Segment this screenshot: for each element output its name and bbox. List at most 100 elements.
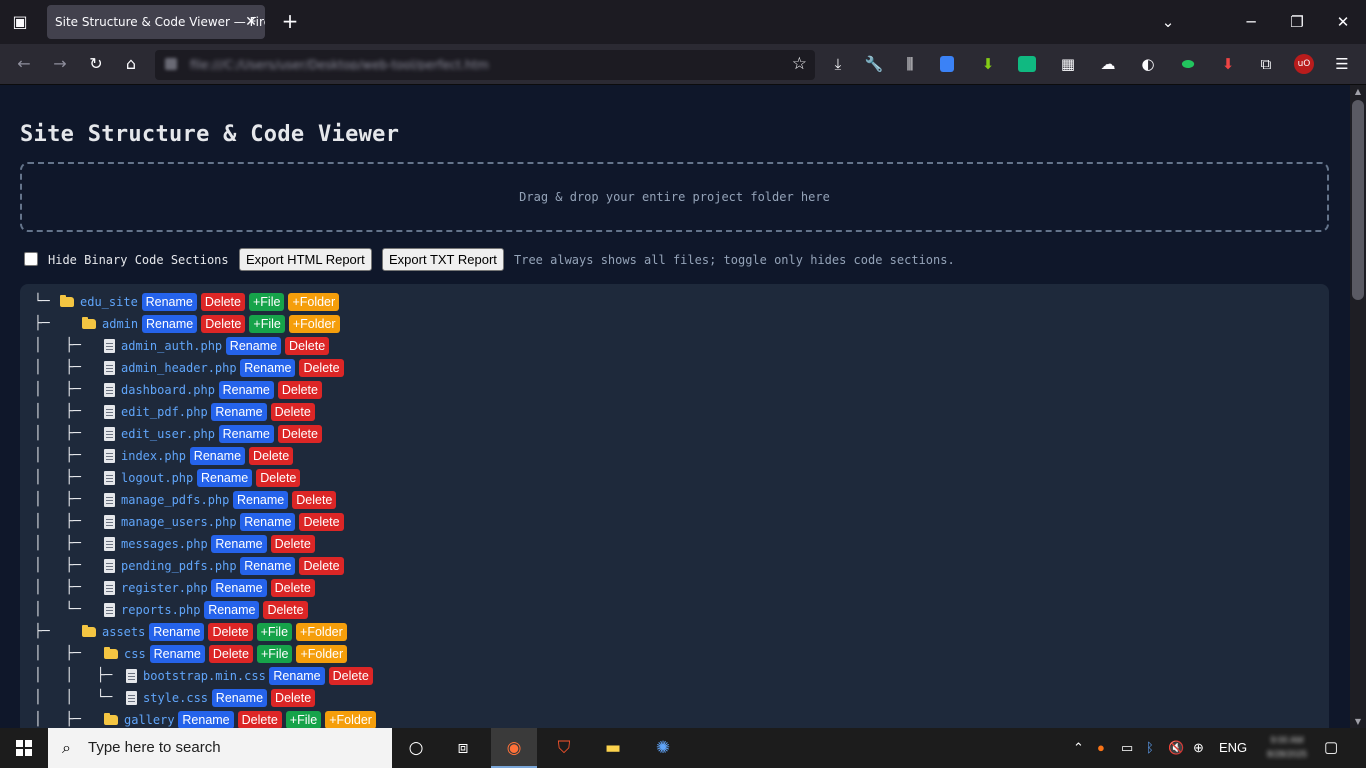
rename-button[interactable]: Rename [142,315,198,333]
file-explorer-icon[interactable]: ▬ [590,728,636,768]
page-info-icon[interactable] [165,58,177,70]
rename-button[interactable]: Rename [149,623,205,641]
restore-icon[interactable]: ❐ [1282,8,1312,36]
clock[interactable]: 9:00 AM 8/28/2025 [1262,733,1312,761]
show-hidden-icons-icon[interactable]: ⌃ [1073,740,1084,756]
extension-download-arrow-icon[interactable]: ⬇ [978,54,998,74]
scroll-down-icon[interactable]: ▼ [1353,717,1363,726]
rename-button[interactable]: Rename [149,645,205,663]
folder-name[interactable]: css [124,646,146,662]
task-view-icon[interactable]: ⧈ [440,728,486,768]
rename-button[interactable]: Rename [211,535,267,553]
tab-list-icon[interactable]: ▣ [8,10,32,34]
folder-name[interactable]: edu_site [80,294,138,310]
rename-button[interactable]: Rename [204,601,260,619]
export-html-button[interactable]: Export HTML Report [239,248,372,271]
file-name[interactable]: manage_pdfs.php [121,492,229,508]
delete-button[interactable]: Delete [256,469,301,487]
network-globe-icon[interactable]: ⊕ [1193,740,1204,756]
file-name[interactable]: edit_user.php [121,426,215,442]
delete-button[interactable]: Delete [237,711,282,728]
add-file-button[interactable]: +File [249,315,285,333]
file-name[interactable]: admin_auth.php [121,338,222,354]
library-icon[interactable]: ⫼ [900,54,920,74]
tools-wrench-icon[interactable]: 🔧 [864,54,884,74]
brave-icon[interactable]: ⛉ [541,728,587,768]
delete-button[interactable]: Delete [328,667,373,685]
file-name[interactable]: logout.php [121,470,193,486]
rename-button[interactable]: Rename [141,293,197,311]
file-name[interactable]: admin_header.php [121,360,237,376]
file-name[interactable]: reports.php [121,602,200,618]
folder-dropzone[interactable]: Drag & drop your entire project folder h… [20,162,1329,232]
delete-button[interactable]: Delete [263,601,308,619]
tab-close-icon[interactable]: ✕ [243,5,259,39]
delete-button[interactable]: Delete [208,645,253,663]
folder-name[interactable]: assets [102,624,145,640]
close-window-icon[interactable]: ✕ [1328,8,1358,36]
bookmark-star-icon[interactable]: ☆ [792,54,807,74]
hide-binary-checkbox[interactable] [24,252,38,266]
file-name[interactable]: register.php [121,580,208,596]
file-name[interactable]: pending_pdfs.php [121,558,237,574]
new-tab-icon[interactable]: + [278,10,302,34]
hide-binary-label[interactable]: Hide Binary Code Sections [48,253,229,267]
delete-button[interactable]: Delete [200,293,245,311]
add-folder-button[interactable]: +Folder [296,645,348,663]
tray-app-icon[interactable]: ● [1097,740,1105,755]
rename-button[interactable]: Rename [189,447,246,465]
back-icon[interactable]: ← [12,52,36,76]
downloads-icon[interactable]: ⤓ [828,54,848,74]
rename-button[interactable]: Rename [218,381,274,399]
delete-button[interactable]: Delete [208,623,253,641]
rename-button[interactable]: Rename [225,337,282,355]
file-name[interactable]: index.php [121,448,186,464]
scroll-thumb[interactable] [1352,100,1364,300]
start-button[interactable] [0,728,48,768]
file-name[interactable]: dashboard.php [121,382,215,398]
firefox-icon[interactable]: ◉ [491,728,537,768]
extension-toggle-icon[interactable]: ⬬ [1178,54,1198,74]
url-bar[interactable]: file:///C:/Users/user/Desktop/web-tool/p… [155,50,815,80]
minimize-icon[interactable]: ─ [1236,8,1266,36]
rename-button[interactable]: Rename [211,403,267,421]
rename-button[interactable]: Rename [211,689,268,707]
delete-button[interactable]: Delete [270,579,315,597]
delete-button[interactable]: Delete [285,337,330,355]
delete-button[interactable]: Delete [277,425,322,443]
rename-button[interactable]: Rename [233,491,289,509]
notifications-icon[interactable]: ▢ [1324,738,1338,756]
add-folder-button[interactable]: +Folder [288,315,340,333]
list-all-tabs-icon[interactable]: ⌄ [1153,8,1183,36]
rename-button[interactable]: Rename [240,513,296,531]
delete-button[interactable]: Delete [277,381,322,399]
extensions-puzzle-icon[interactable]: ⧉ [1256,54,1276,74]
scroll-up-icon[interactable]: ▲ [1353,87,1363,96]
extension-book-icon[interactable] [940,56,954,72]
extension-qr-icon[interactable]: ▦ [1058,54,1078,74]
rename-button[interactable]: Rename [197,469,253,487]
bluetooth-icon[interactable]: ᛒ [1146,740,1154,755]
language-indicator[interactable]: ENG [1219,740,1247,755]
file-name[interactable]: style.css [143,690,208,706]
url-text[interactable]: file:///C:/Users/user/Desktop/web-tool/p… [190,58,490,70]
rename-button[interactable]: Rename [211,579,267,597]
rename-button[interactable]: Rename [178,711,234,728]
delete-button[interactable]: Delete [299,513,344,531]
rename-button[interactable]: Rename [240,557,296,575]
add-file-button[interactable]: +File [285,711,322,728]
rename-button[interactable]: Rename [269,667,325,685]
rename-button[interactable]: Rename [240,359,296,377]
extension-image-icon[interactable] [1018,56,1036,72]
file-name[interactable]: bootstrap.min.css [143,668,266,684]
delete-button[interactable]: Delete [292,491,337,509]
cortana-icon[interactable]: ○ [393,728,439,768]
export-txt-button[interactable]: Export TXT Report [382,248,504,271]
delete-button[interactable]: Delete [270,403,315,421]
battery-icon[interactable]: ▭ [1121,740,1133,756]
extension-circle-icon[interactable]: ◐ [1138,54,1158,74]
forward-icon[interactable]: → [48,52,72,76]
add-file-button[interactable]: +File [256,645,293,663]
reload-icon[interactable]: ↻ [84,52,108,76]
delete-button[interactable]: Delete [299,557,344,575]
